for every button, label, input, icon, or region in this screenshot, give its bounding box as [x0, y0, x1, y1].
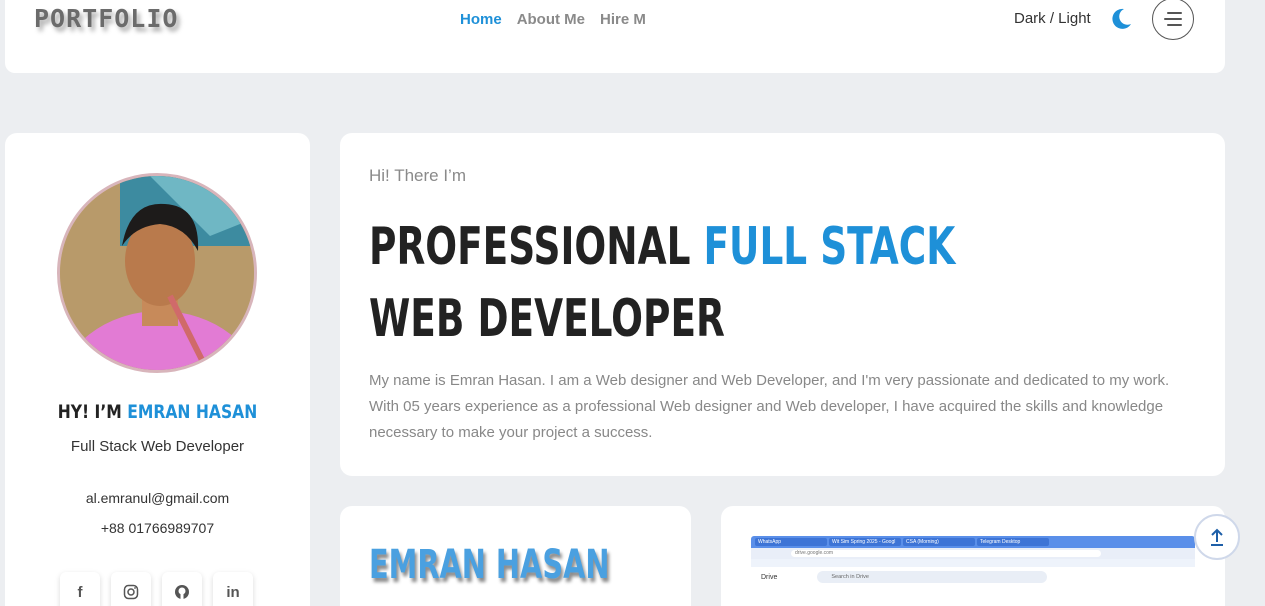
- nav-link-home[interactable]: Home: [460, 11, 502, 28]
- drive-search: Search in Drive: [817, 571, 1048, 583]
- profile-name: EMRAN HASAN: [127, 401, 258, 423]
- theme-toggle-label[interactable]: Dark / Light: [1014, 10, 1091, 27]
- nav-link-hire[interactable]: Hire M: [600, 11, 646, 28]
- browser-tabs: WhatsApp Wit Sim Spring 2025 - Googl CSA…: [751, 536, 1195, 548]
- hero-title: PROFESSIONAL FULL STACK WEB DEVELOPER: [369, 211, 955, 355]
- profile-role: Full Stack Web Developer: [70, 438, 245, 455]
- name-card: EMRAN HASAN: [340, 506, 691, 606]
- site-logo[interactable]: PORTFOLIO: [34, 4, 178, 33]
- browser-tab: CSA (Morning): [903, 538, 975, 546]
- moon-icon[interactable]: [1109, 7, 1133, 31]
- scroll-to-top-button[interactable]: [1194, 514, 1240, 560]
- browser-urlbar: drive.google.com: [751, 548, 1195, 559]
- nav-link-about[interactable]: About Me: [517, 11, 585, 28]
- drive-app-name: Drive: [761, 573, 778, 581]
- bookmarks-bar: [751, 559, 1195, 567]
- hero-card: Hi! There I’m PROFESSIONAL FULL STACK WE…: [340, 133, 1225, 476]
- instagram-icon[interactable]: [111, 572, 151, 606]
- hero-greeting: Hi! There I’m: [369, 166, 466, 185]
- browser-tab: Telegram Desktop: [977, 538, 1049, 546]
- name-card-title: EMRAN HASAN: [369, 542, 610, 588]
- menu-toggle-button[interactable]: [1152, 0, 1194, 40]
- facebook-icon[interactable]: f: [60, 572, 100, 606]
- arrow-up-icon: [1211, 528, 1223, 546]
- social-links: f in: [60, 572, 253, 606]
- hamburger-icon: [1164, 12, 1182, 26]
- profile-greeting: HY! I’M: [57, 401, 128, 423]
- project-screenshot[interactable]: WhatsApp Wit Sim Spring 2025 - Googl CSA…: [751, 536, 1195, 606]
- profile-heading: HY! I’M EMRAN HASAN: [32, 401, 282, 423]
- browser-tab: Wit Sim Spring 2025 - Googl: [829, 538, 901, 546]
- top-navbar: PORTFOLIO Home About Me Hire M Dark / Li…: [5, 0, 1225, 73]
- browser-url: drive.google.com: [791, 550, 1101, 557]
- screenshot-card: WhatsApp Wit Sim Spring 2025 - Googl CSA…: [721, 506, 1225, 606]
- profile-card: HY! I’M EMRAN HASAN Full Stack Web Devel…: [5, 133, 310, 606]
- browser-tab: WhatsApp: [755, 538, 827, 546]
- hero-title-line2: WEB DEVELOPER: [369, 289, 725, 349]
- hero-title-highlight: FULL STACK: [703, 217, 956, 277]
- main-menu: Home About Me Hire M: [460, 11, 646, 28]
- drive-header: Drive Search in Drive: [751, 567, 1195, 587]
- linkedin-icon[interactable]: in: [213, 572, 253, 606]
- hero-bio: My name is Emran Hasan. I am a Web desig…: [369, 372, 1170, 441]
- profile-email[interactable]: al.emranul@gmail.com: [5, 490, 310, 506]
- avatar: [57, 173, 257, 373]
- profile-phone[interactable]: +88 01766989707: [5, 520, 310, 536]
- hero-title-part1: PROFESSIONAL: [369, 217, 704, 277]
- github-icon[interactable]: [162, 572, 202, 606]
